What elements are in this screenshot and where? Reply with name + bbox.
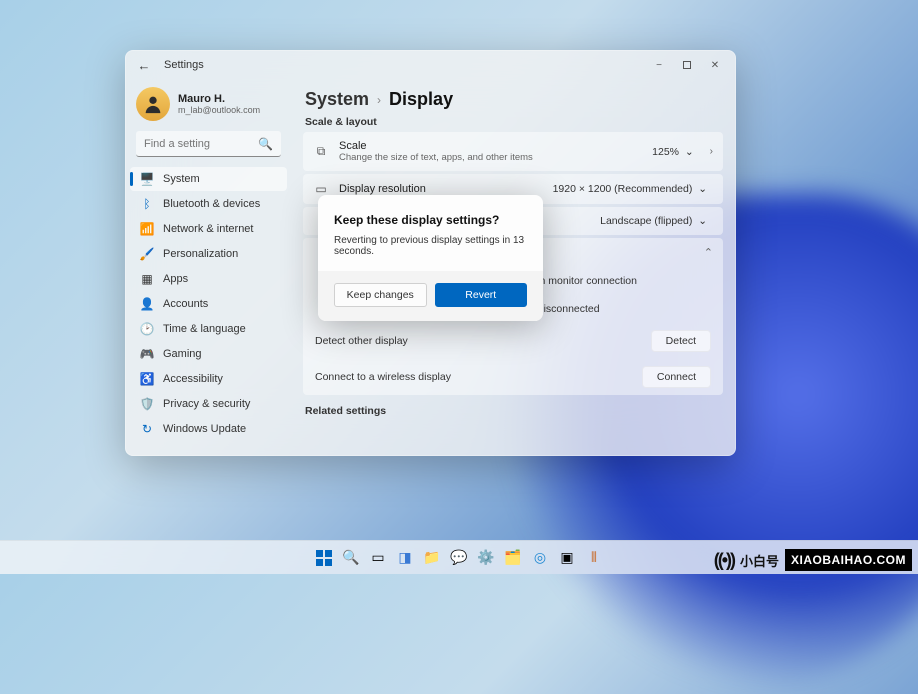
user-profile[interactable]: Mauro H. m_lab@outlook.com xyxy=(130,85,287,131)
revert-button[interactable]: Revert xyxy=(435,283,528,307)
app-title: Settings xyxy=(164,59,204,71)
nav-personalization[interactable]: 🖌️Personalization xyxy=(130,242,287,266)
dialog-message: Reverting to previous display settings i… xyxy=(334,235,527,257)
edge-icon[interactable]: ◎ xyxy=(529,547,551,569)
breadcrumb-parent[interactable]: System xyxy=(305,89,369,110)
keep-changes-button[interactable]: Keep changes xyxy=(334,283,427,307)
search-box[interactable]: 🔍 xyxy=(136,131,281,157)
terminal-icon[interactable]: ▣ xyxy=(556,547,578,569)
connect-button[interactable]: Connect xyxy=(642,366,711,388)
breadcrumb-current: Display xyxy=(389,89,453,110)
close-button[interactable]: ✕ xyxy=(701,54,729,76)
gaming-icon: 🎮 xyxy=(140,347,154,361)
system-icon: 🖥️ xyxy=(140,172,154,186)
task-view-icon[interactable]: ▭ xyxy=(367,547,389,569)
nav-accounts[interactable]: 👤Accounts xyxy=(130,292,287,316)
scale-icon: ⧉ xyxy=(313,144,329,159)
nav-bluetooth[interactable]: ᛒBluetooth & devices xyxy=(130,192,287,216)
search-icon: 🔍 xyxy=(258,137,273,151)
nav-accessibility[interactable]: ♿Accessibility xyxy=(130,367,287,391)
profile-email: m_lab@outlook.com xyxy=(178,105,260,115)
section-scale-layout: Scale & layout xyxy=(305,116,723,128)
watermark: ((•)) 小白号 XIAOBAIHAO.COM xyxy=(714,549,912,571)
explorer-icon[interactable]: 📁 xyxy=(421,547,443,569)
dialog-title: Keep these display settings? xyxy=(334,213,527,227)
chevron-right-icon: › xyxy=(377,93,381,107)
nav-privacy[interactable]: 🛡️Privacy & security xyxy=(130,392,287,416)
nav-apps[interactable]: ▦Apps xyxy=(130,267,287,291)
scale-setting[interactable]: ⧉ Scale Change the size of text, apps, a… xyxy=(303,132,723,171)
scale-dropdown[interactable]: 125% ⌄ xyxy=(652,146,694,158)
nav-update[interactable]: ↻Windows Update xyxy=(130,417,287,441)
chevron-right-icon[interactable]: › xyxy=(710,146,713,157)
folder-icon[interactable]: 🗂️ xyxy=(502,547,524,569)
accounts-icon: 👤 xyxy=(140,297,154,311)
back-button[interactable]: ← xyxy=(132,58,156,73)
maximize-button[interactable] xyxy=(673,54,701,76)
update-icon: ↻ xyxy=(140,422,154,436)
nav-time[interactable]: 🕑Time & language xyxy=(130,317,287,341)
widgets-icon[interactable]: ◨ xyxy=(394,547,416,569)
accessibility-icon: ♿ xyxy=(140,372,154,386)
search-taskbar-icon[interactable]: 🔍 xyxy=(340,547,362,569)
titlebar: ← Settings − ✕ xyxy=(126,51,735,79)
detect-display-row: Detect other display Detect xyxy=(303,323,723,359)
minimize-button[interactable]: − xyxy=(645,54,673,76)
teams-icon[interactable]: 💬 xyxy=(448,547,470,569)
app-icon[interactable]: ⦀ xyxy=(583,547,605,569)
avatar xyxy=(136,87,170,121)
start-button[interactable] xyxy=(313,547,335,569)
keep-settings-dialog: Keep these display settings? Reverting t… xyxy=(318,195,543,321)
personalization-icon: 🖌️ xyxy=(140,247,154,261)
chevron-up-icon: ⌃ xyxy=(704,246,713,259)
orientation-dropdown[interactable]: Landscape (flipped) ⌄ xyxy=(600,215,707,227)
wifi-icon: ((•)) xyxy=(714,550,734,571)
wireless-display-row: Connect to a wireless display Connect xyxy=(303,359,723,395)
apps-icon: ▦ xyxy=(140,272,154,286)
bluetooth-icon: ᛒ xyxy=(140,197,154,211)
resolution-dropdown[interactable]: 1920 × 1200 (Recommended) ⌄ xyxy=(553,183,707,195)
detect-button[interactable]: Detect xyxy=(651,330,711,352)
profile-name: Mauro H. xyxy=(178,93,260,105)
nav-network[interactable]: 📶Network & internet xyxy=(130,217,287,241)
network-icon: 📶 xyxy=(140,222,154,236)
time-icon: 🕑 xyxy=(140,322,154,336)
section-related: Related settings xyxy=(305,405,723,417)
nav-system[interactable]: 🖥️System xyxy=(130,167,287,191)
resolution-icon: ▭ xyxy=(313,182,329,196)
settings-taskbar-icon[interactable]: ⚙️ xyxy=(475,547,497,569)
nav-gaming[interactable]: 🎮Gaming xyxy=(130,342,287,366)
sidebar: Mauro H. m_lab@outlook.com 🔍 🖥️System ᛒB… xyxy=(126,79,291,455)
breadcrumb: System › Display xyxy=(305,89,723,110)
privacy-icon: 🛡️ xyxy=(140,397,154,411)
